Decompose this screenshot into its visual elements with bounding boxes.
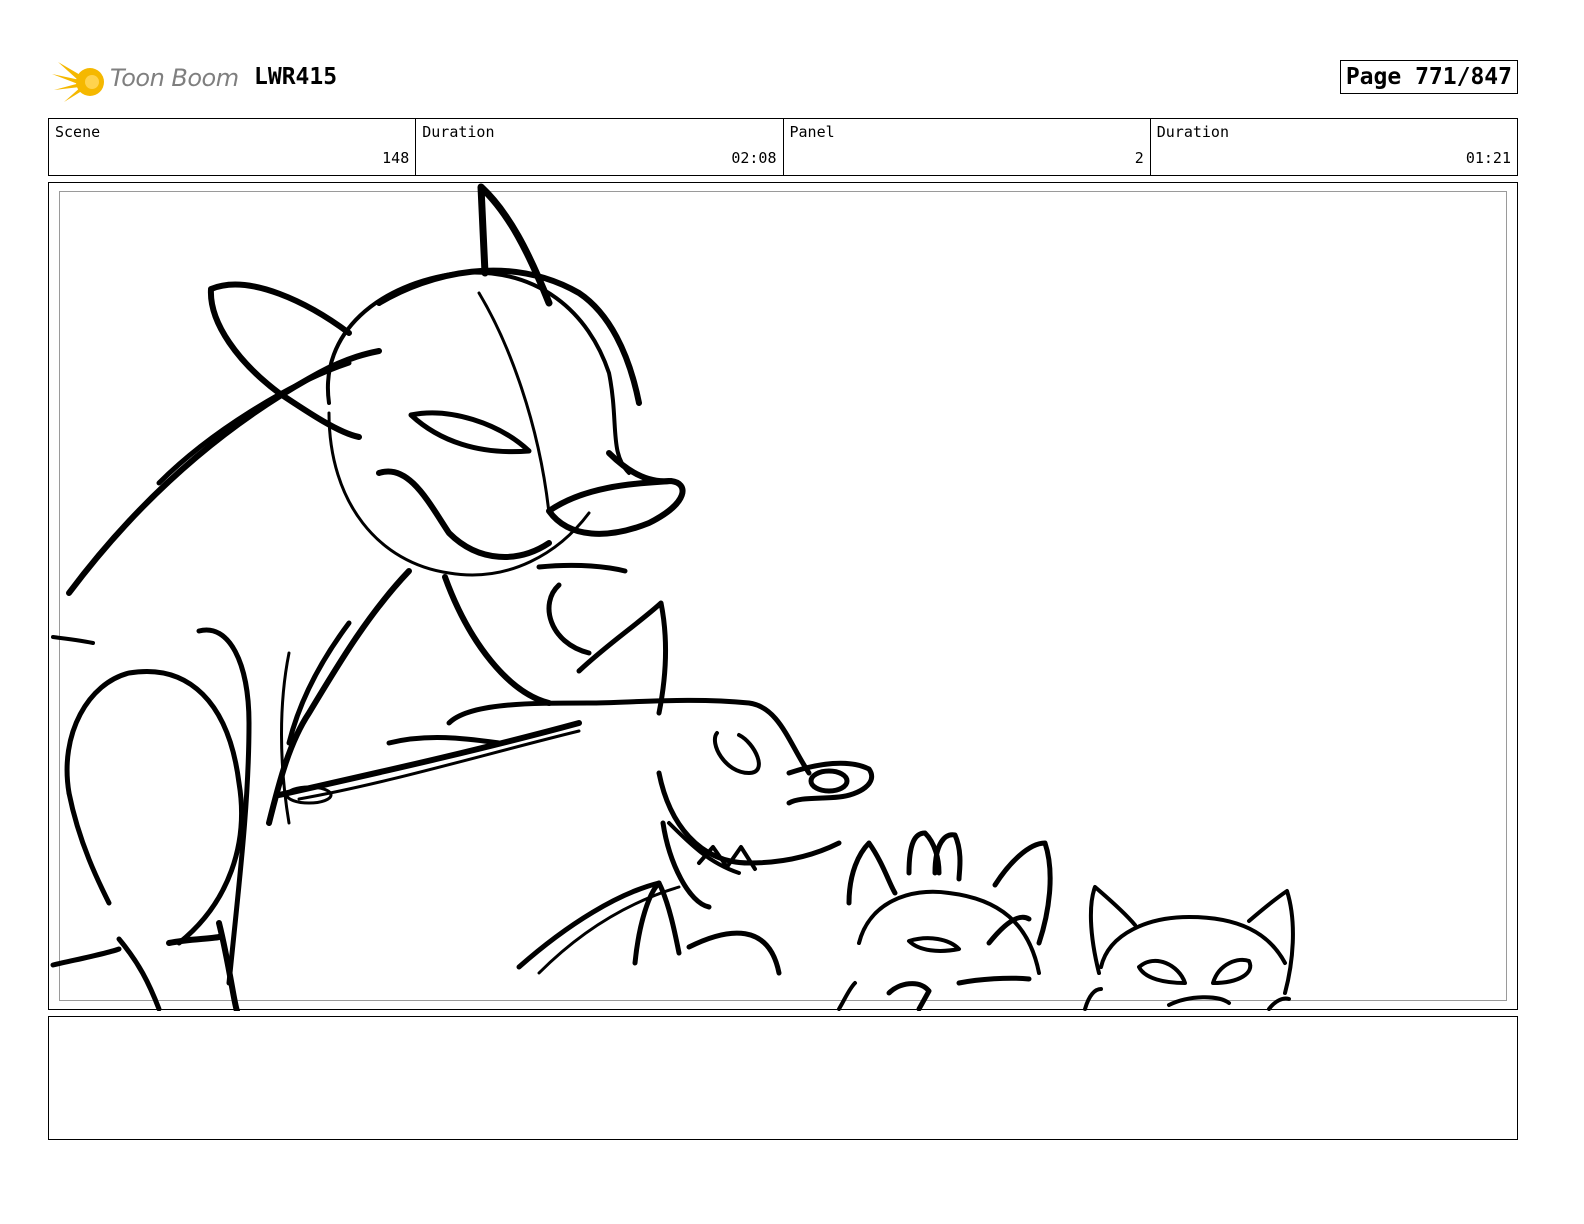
panel-value: 2 — [1134, 149, 1144, 167]
toon-boom-logo: Toon Boom — [52, 56, 242, 106]
storyboard-panel — [48, 182, 1518, 1011]
panel-sketch — [50, 183, 1295, 1011]
scene-duration-cell: Duration 02:08 — [416, 119, 784, 175]
page-header: Toon Boom LWR415 Page 771/847 — [48, 52, 1538, 108]
scene-cell: Scene 148 — [49, 119, 417, 175]
panel-notes-box — [48, 1016, 1518, 1140]
panel-duration-label: Duration — [1156, 123, 1229, 141]
scene-label: Scene — [55, 123, 101, 141]
project-code: LWR415 — [254, 64, 338, 90]
panel-duration-cell: Duration 01:21 — [1151, 119, 1517, 175]
scene-value: 148 — [382, 149, 410, 167]
starburst-icon — [52, 62, 104, 102]
logo-text: Toon Boom — [110, 64, 239, 92]
panel-label: Panel — [789, 123, 835, 141]
scene-info-table: Scene 148 Duration 02:08 Panel 2 Duratio… — [48, 118, 1518, 176]
scene-duration-value: 02:08 — [731, 149, 777, 167]
page-number: Page 771/847 — [1339, 60, 1518, 94]
scene-duration-label: Duration — [422, 123, 495, 141]
panel-cell: Panel 2 — [784, 119, 1151, 175]
panel-duration-value: 01:21 — [1465, 149, 1511, 167]
